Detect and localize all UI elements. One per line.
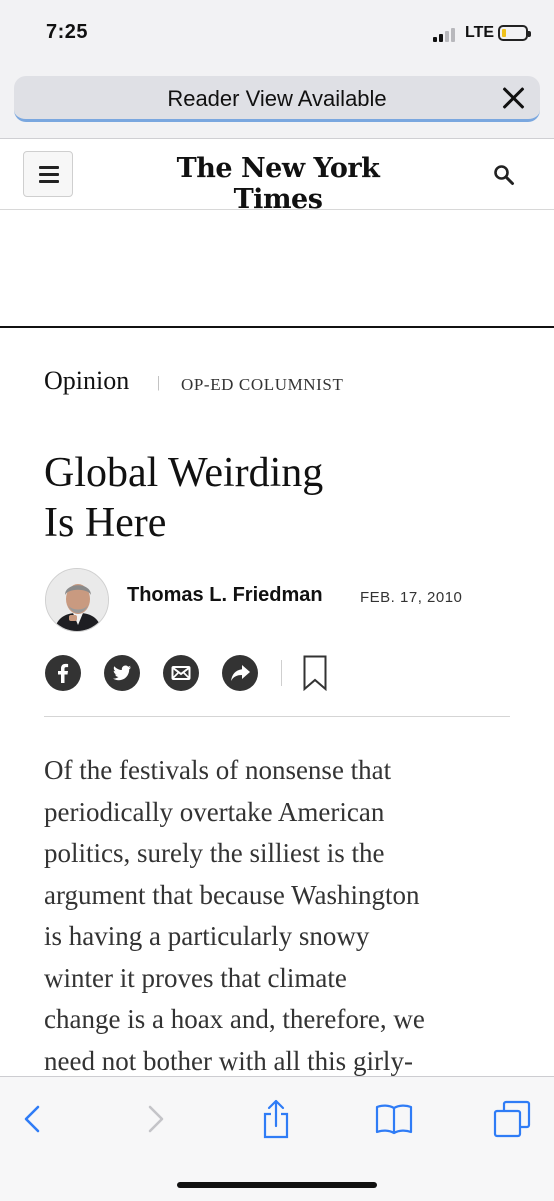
header-divider (0, 326, 554, 328)
cellular-signal-icon (433, 26, 463, 42)
body-line: argument that because Washington (44, 879, 420, 910)
battery-icon (498, 25, 531, 41)
body-line: change is a hoax and, therefore, we (44, 1004, 425, 1034)
share-icon[interactable] (260, 1099, 292, 1139)
body-line: periodically overtake American (44, 796, 385, 827)
search-icon[interactable] (493, 164, 515, 186)
reader-view-banner[interactable]: Reader View Available (14, 76, 540, 122)
author-avatar[interactable] (45, 568, 109, 632)
body-line: winter it proves that climate (44, 962, 347, 993)
article-body: Of the festivals of nonsense that period… (44, 750, 534, 1082)
status-bar: 7:25 LTE (0, 0, 554, 60)
tabs-icon[interactable] (492, 1099, 532, 1139)
back-icon[interactable] (20, 1099, 44, 1139)
headline: Global Weirding Is Here (44, 448, 514, 548)
network-type: LTE (465, 24, 495, 41)
reader-view-label[interactable]: Reader View Available (14, 86, 540, 112)
home-indicator[interactable] (177, 1182, 377, 1188)
site-header: The New York Times (0, 139, 554, 215)
facebook-icon[interactable] (45, 655, 81, 691)
forward-icon[interactable] (144, 1099, 168, 1139)
section-name[interactable]: Opinion (44, 366, 129, 395)
body-line: politics, surely the silliest is the (44, 838, 385, 868)
body-line: is having a particularly snowy (44, 921, 370, 951)
masthead-logo[interactable]: The New York Times (128, 153, 428, 215)
body-line: Of the festivals of nonsense that (44, 755, 392, 785)
email-icon[interactable] (163, 655, 199, 691)
section-separator: | (157, 374, 161, 391)
publish-date: FEB. 17, 2010 (360, 589, 463, 606)
headline-line: Is Here (44, 500, 167, 546)
author-name[interactable]: Thomas L. Friedman (127, 584, 323, 607)
headline-line: Global Weirding (44, 450, 324, 496)
bookmarks-icon[interactable] (374, 1099, 414, 1139)
byline-divider (44, 716, 510, 717)
section-label: Opinion | OP-ED COLUMNIST (44, 366, 343, 396)
twitter-icon[interactable] (104, 655, 140, 691)
bookmark-icon[interactable] (303, 655, 327, 692)
share-icon[interactable] (222, 655, 258, 691)
browser-top-bar: Reader View Available (0, 60, 554, 139)
column-name: OP-ED COLUMNIST (181, 375, 344, 394)
menu-button[interactable] (23, 151, 73, 197)
ad-placeholder (0, 210, 554, 326)
close-icon[interactable] (500, 85, 526, 111)
share-divider (281, 660, 282, 686)
clock: 7:25 (46, 21, 89, 43)
